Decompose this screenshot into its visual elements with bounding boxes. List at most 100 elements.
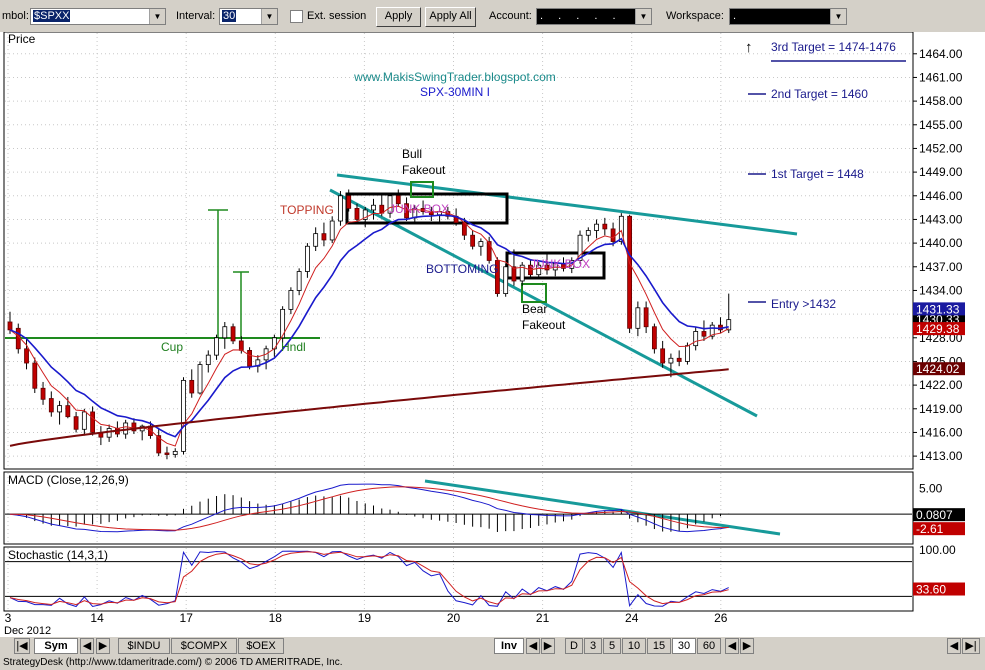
chart-area[interactable]: ↑ 3rd Target = 1474-1476 2nd Target = 1460… bbox=[0, 31, 985, 637]
tab-compx[interactable]: $COMPX bbox=[171, 638, 237, 654]
tab-interval-10[interactable]: 10 bbox=[622, 638, 646, 654]
scroll-last-icon[interactable]: ▶| bbox=[962, 638, 980, 654]
symbol-select[interactable]: $SPXX ▼ bbox=[30, 8, 166, 25]
toolbar: mbol: $SPXX ▼ Interval: 30 ▼ Ext. sessio… bbox=[0, 0, 985, 33]
candle-body bbox=[635, 307, 641, 329]
tab-interval-60[interactable]: 60 bbox=[697, 638, 721, 654]
tab-interval-5[interactable]: 5 bbox=[603, 638, 621, 654]
tab-inv-next-icon[interactable]: ▶ bbox=[541, 638, 555, 654]
axis-tick-label: 1437.00 bbox=[919, 260, 963, 274]
bear-fakeout-label: Fakeout bbox=[522, 318, 566, 332]
axis-tick-label: 1449.00 bbox=[919, 165, 963, 179]
candle-body bbox=[693, 331, 699, 347]
target-3-arrow-icon: ↑ bbox=[745, 39, 753, 56]
candle-body bbox=[346, 195, 352, 209]
ext-session-checkbox[interactable] bbox=[290, 10, 303, 23]
candle-body bbox=[189, 379, 195, 394]
target-2-label: 2nd Target = 1460 bbox=[771, 87, 868, 101]
axis-tick-label: 1422.00 bbox=[919, 378, 963, 392]
candle-body bbox=[726, 319, 732, 331]
stochastic-panel-title: Stochastic (14,3,1) bbox=[8, 548, 108, 562]
stoch-axis-label: 100.00 bbox=[919, 543, 956, 557]
tab-prev-icon[interactable]: ◀ bbox=[80, 638, 94, 654]
candle-body bbox=[15, 327, 21, 350]
candle-body bbox=[73, 416, 79, 430]
tab-inv-prev-icon[interactable]: ◀ bbox=[526, 638, 540, 654]
interval-select[interactable]: 30 ▼ bbox=[219, 8, 278, 25]
candle-body bbox=[668, 357, 674, 364]
scroll-left-icon[interactable]: ◀ bbox=[947, 638, 961, 654]
x-axis-tick-label: 14 bbox=[90, 611, 104, 625]
account-select[interactable]: . . . . . ▼ bbox=[536, 8, 652, 25]
price-panel-title: Price bbox=[8, 32, 36, 46]
candle-body bbox=[32, 362, 38, 389]
candle-body bbox=[511, 266, 517, 282]
x-axis-tick-label: 24 bbox=[625, 611, 639, 625]
candle-body bbox=[57, 405, 62, 413]
chart-svg[interactable]: ↑ 3rd Target = 1474-1476 2nd Target = 1460… bbox=[0, 31, 985, 637]
tab-oex[interactable]: $OEX bbox=[238, 638, 284, 654]
entry-label: Entry >1432 bbox=[771, 297, 836, 311]
candle-body bbox=[65, 405, 71, 418]
chevron-down-icon[interactable]: ▼ bbox=[635, 9, 651, 24]
candle-body bbox=[40, 387, 46, 400]
handle-label: Hndl bbox=[281, 340, 306, 354]
candle-body bbox=[313, 233, 319, 247]
candle-body bbox=[230, 326, 236, 342]
stoch-value-label: 33.60 bbox=[916, 583, 946, 597]
candle-body bbox=[172, 450, 178, 455]
candle-body bbox=[197, 364, 203, 394]
candle-body bbox=[247, 349, 252, 367]
candle-body bbox=[288, 290, 294, 310]
macd-signal-label: -2.61 bbox=[916, 522, 944, 536]
tab-interval-next-icon[interactable]: ▶ bbox=[740, 638, 754, 654]
candle-body bbox=[181, 379, 186, 452]
workspace-value: . bbox=[733, 10, 737, 22]
target-3-label: 3rd Target = 1474-1476 bbox=[771, 40, 896, 54]
tab-next-icon[interactable]: ▶ bbox=[96, 638, 110, 654]
tab-inv[interactable]: Inv bbox=[494, 638, 524, 654]
tab-interval-15[interactable]: 15 bbox=[647, 638, 671, 654]
axis-tick-label: 1455.00 bbox=[919, 118, 963, 132]
chevron-down-icon[interactable]: ▼ bbox=[261, 9, 277, 24]
apply-all-button[interactable]: Apply All bbox=[425, 7, 476, 27]
chevron-down-icon[interactable]: ▼ bbox=[830, 9, 846, 24]
axis-tick-label: 1464.00 bbox=[919, 47, 963, 61]
tab-scroll-first-icon[interactable]: |◀ bbox=[14, 638, 30, 654]
symbol-value: $SPXX bbox=[33, 10, 71, 22]
symbol-label: mbol: bbox=[2, 10, 29, 22]
tab-interval-prev-icon[interactable]: ◀ bbox=[725, 638, 739, 654]
price-label: 1424.02 bbox=[916, 362, 960, 376]
candle-body bbox=[305, 245, 310, 272]
candle-body bbox=[610, 228, 616, 242]
candle-body bbox=[24, 348, 29, 364]
tab-indu[interactable]: $INDU bbox=[118, 638, 170, 654]
x-axis-month: Dec 2012 bbox=[4, 625, 51, 637]
workspace-select[interactable]: . ▼ bbox=[729, 8, 847, 25]
macd-panel-title: MACD (Close,12,26,9) bbox=[8, 473, 129, 487]
candle-body bbox=[643, 307, 649, 328]
candle-body bbox=[594, 223, 599, 231]
time-axis: 3 14 17 18 19 20 21 24 26 bbox=[5, 611, 728, 625]
junk-box-label-bottom: JUNK BOX bbox=[530, 257, 590, 271]
junk-box-label-top: JUNK BOX bbox=[389, 202, 449, 216]
watermark-symbol: SPX-30MIN I bbox=[420, 85, 490, 99]
chevron-down-icon[interactable]: ▼ bbox=[149, 9, 165, 24]
bull-fakeout-label: Fakeout bbox=[402, 163, 446, 177]
status-bar: StrategyDesk (http://www.tdameritrade.co… bbox=[0, 655, 985, 670]
candle-body bbox=[627, 215, 633, 329]
topping-label: TOPPING bbox=[280, 203, 334, 217]
tab-interval-d[interactable]: D bbox=[565, 638, 583, 654]
account-label: Account: bbox=[489, 10, 532, 22]
apply-button[interactable]: Apply bbox=[376, 7, 421, 27]
candle-body bbox=[585, 230, 591, 236]
candle-body bbox=[214, 337, 219, 356]
axis-tick-label: 1416.00 bbox=[919, 425, 963, 439]
tab-interval-30[interactable]: 30 bbox=[672, 638, 696, 654]
candle-body bbox=[701, 331, 707, 337]
tab-interval-3[interactable]: 3 bbox=[584, 638, 602, 654]
workspace-label: Workspace: bbox=[666, 10, 724, 22]
candle-body bbox=[371, 204, 376, 211]
candle-body bbox=[329, 220, 335, 241]
tab-sym[interactable]: Sym bbox=[34, 638, 78, 654]
